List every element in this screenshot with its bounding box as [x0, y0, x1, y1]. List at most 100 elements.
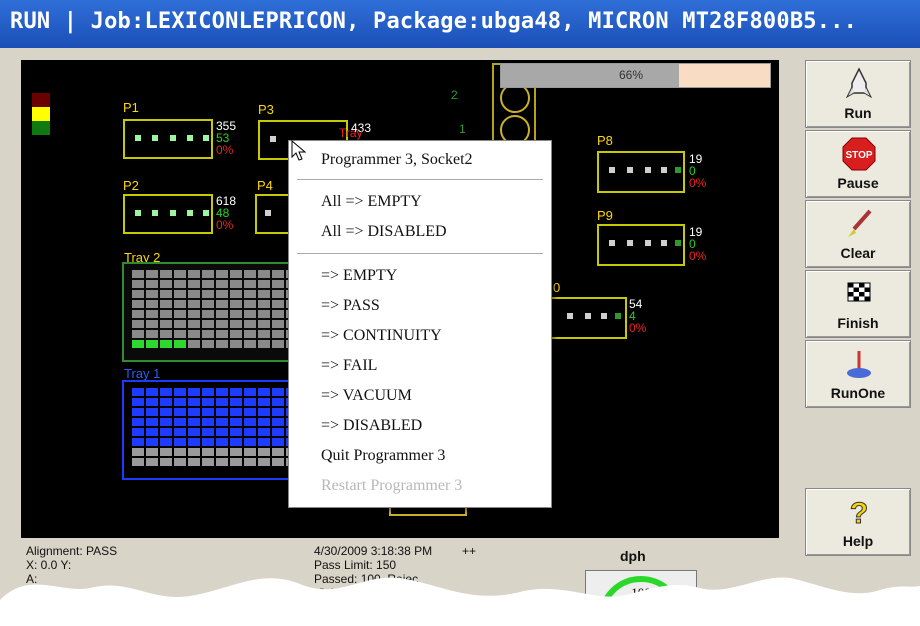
site-p8[interactable]: [597, 151, 685, 193]
tray-cell: [160, 408, 172, 416]
tray-cell: [146, 388, 158, 396]
tray-cell: [174, 300, 186, 308]
datetime: 4/30/2009 3:18:38 PM: [314, 544, 433, 558]
menu-item-all-disabled[interactable]: All => DISABLED: [321, 223, 447, 241]
alignment-status: Alignment: PASS: [26, 544, 118, 558]
tray-cell: [146, 408, 158, 416]
tray-cell: [146, 448, 158, 456]
tray-cell: [160, 340, 172, 348]
site-p10[interactable]: [541, 297, 627, 339]
runone-button[interactable]: RunOne: [805, 340, 911, 408]
tray-cell: [160, 320, 172, 328]
tray-cell: [244, 330, 256, 338]
tray-cell: [244, 290, 256, 298]
tray-cell: [188, 398, 200, 406]
stop-sign-icon: STOP: [842, 137, 876, 171]
tray-cell: [230, 448, 242, 456]
tray-cell: [258, 438, 270, 446]
tray-cell: [146, 340, 158, 348]
tray-cell: [272, 388, 284, 396]
tray-cell: [258, 330, 270, 338]
tray-cell: [216, 408, 228, 416]
tray-cell: [216, 290, 228, 298]
tray-cell: [244, 388, 256, 396]
tray-cell: [146, 330, 158, 338]
tray-cell: [174, 458, 186, 466]
tray-cell: [146, 320, 158, 328]
tray-cell: [244, 340, 256, 348]
tray-cell: [188, 320, 200, 328]
green-number-1: 1: [459, 122, 466, 136]
tray-cell: [188, 330, 200, 338]
site-p8-counts: 19 0 0%: [689, 152, 707, 190]
tray-cell: [272, 330, 284, 338]
progress-label: 66%: [618, 68, 644, 82]
site-label-p9: P9: [597, 208, 613, 223]
tray-cell: [202, 458, 214, 466]
tray-cell: [174, 270, 186, 278]
tray-cell: [132, 408, 144, 416]
tray-cell: [188, 448, 200, 456]
tray-cell: [258, 340, 270, 348]
pause-button[interactable]: STOP Pause: [805, 130, 911, 198]
tray-cell: [146, 428, 158, 436]
finish-button[interactable]: Finish: [805, 270, 911, 338]
tray-cell: [174, 310, 186, 318]
menu-item-empty[interactable]: => EMPTY: [321, 267, 397, 285]
tray-cell: [160, 290, 172, 298]
tray-cell: [146, 270, 158, 278]
tray-cell: [272, 300, 284, 308]
tray-cell: [258, 300, 270, 308]
rocket-icon: [842, 67, 876, 101]
tray-cell: [272, 398, 284, 406]
site-p9[interactable]: [597, 224, 685, 266]
run-button[interactable]: Run: [805, 60, 911, 128]
tray-cell: [160, 280, 172, 288]
tray-cell: [160, 428, 172, 436]
tray-cell: [174, 280, 186, 288]
tray-cell: [272, 310, 284, 318]
tray-cell: [216, 398, 228, 406]
tray-cell: [258, 408, 270, 416]
mouse-cursor-icon: [291, 139, 307, 167]
tray-cell: [202, 408, 214, 416]
tray-cell: [230, 438, 242, 446]
site-p1[interactable]: [123, 119, 213, 159]
site-label-p2: P2: [123, 178, 139, 193]
tray-cell: [230, 408, 242, 416]
tray-cell: [216, 280, 228, 288]
tray-cell: [202, 388, 214, 396]
tray-cell: [202, 300, 214, 308]
menu-item-fail[interactable]: => FAIL: [321, 357, 377, 375]
menu-item-continuity[interactable]: => CONTINUITY: [321, 327, 442, 345]
menu-item-quit-programmer[interactable]: Quit Programmer 3: [321, 447, 445, 465]
tray-cell: [174, 408, 186, 416]
green-number-2: 2: [451, 88, 458, 102]
menu-item-vacuum[interactable]: => VACUUM: [321, 387, 412, 405]
tray-cell: [202, 398, 214, 406]
tray-cell: [230, 388, 242, 396]
tray-cell: [230, 330, 242, 338]
clear-button[interactable]: Clear: [805, 200, 911, 268]
tray-cell: [272, 280, 284, 288]
tray-cell: [160, 310, 172, 318]
menu-item-pass[interactable]: => PASS: [321, 297, 380, 315]
site-p9-counts: 19 0 0%: [689, 225, 707, 263]
tray-cell: [244, 408, 256, 416]
site-p2[interactable]: [123, 194, 213, 234]
tray-cell: [188, 458, 200, 466]
torn-edge: [0, 577, 920, 624]
tray-cell: [132, 320, 144, 328]
tray-cell: [160, 398, 172, 406]
menu-item-disabled[interactable]: => DISABLED: [321, 417, 422, 435]
menu-header: Programmer 3, Socket2: [321, 151, 473, 168]
tray-cell: [272, 340, 284, 348]
tray-cell: [272, 428, 284, 436]
tray-cell: [132, 330, 144, 338]
tray-cell: [132, 448, 144, 456]
tray-cell: [230, 458, 242, 466]
tray-cell: [202, 280, 214, 288]
tray-cell: [188, 290, 200, 298]
arrows-indicator: ++: [462, 544, 477, 558]
menu-item-all-empty[interactable]: All => EMPTY: [321, 193, 422, 211]
